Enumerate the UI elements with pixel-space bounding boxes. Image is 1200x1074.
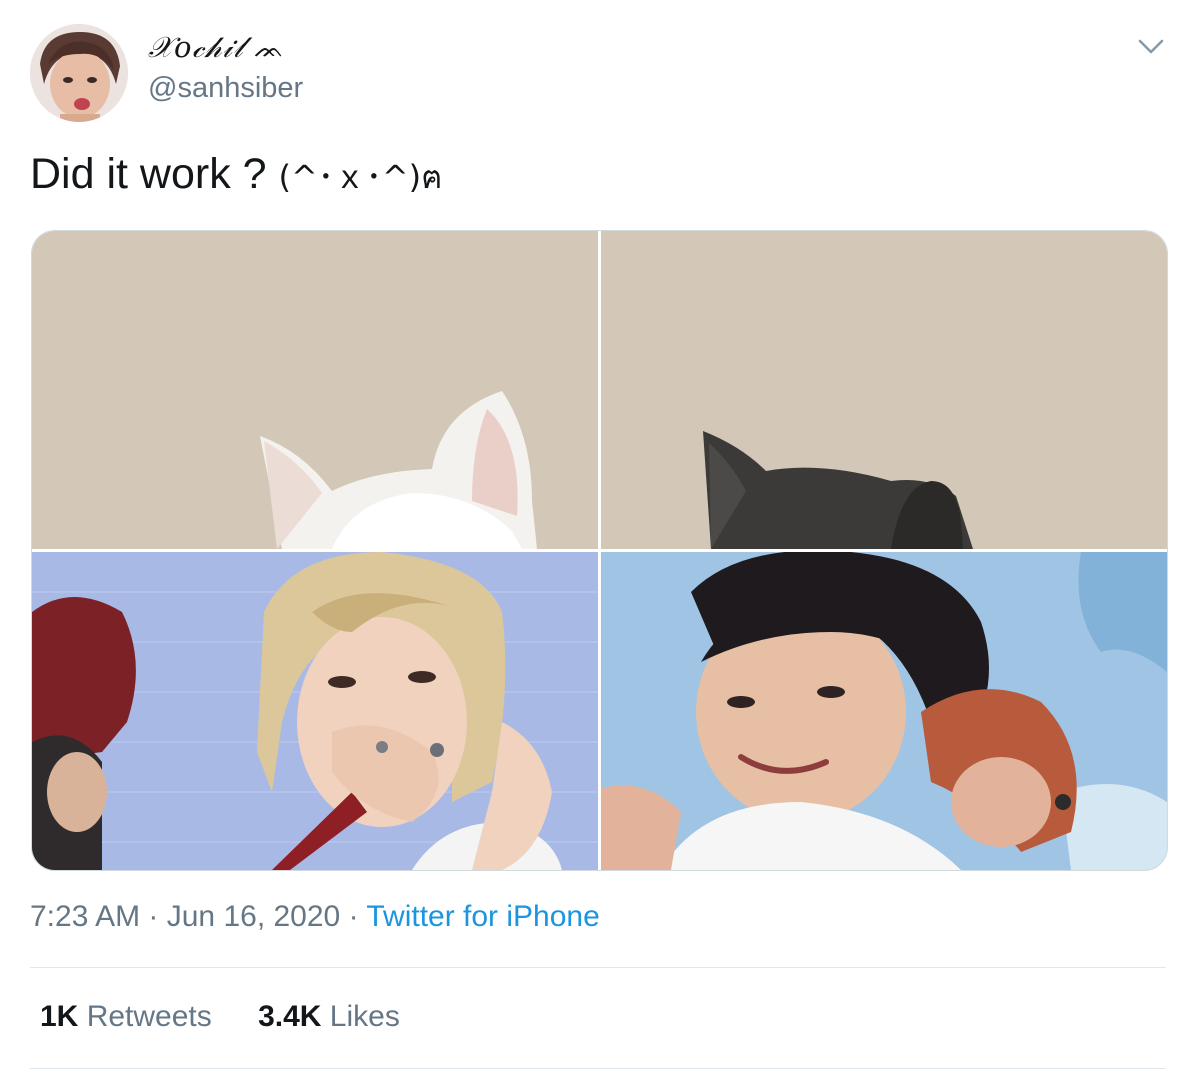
retweets-label: Retweets (78, 1000, 212, 1033)
tweet-stats: 1K Retweets 3.4K Likes (40, 1000, 438, 1034)
display-name-emoji: ᨏ (253, 35, 285, 63)
media-white-cat[interactable] (32, 231, 598, 549)
retweets-count: 1K (40, 1000, 79, 1033)
tweet-text-body: Did it work ? (30, 150, 279, 198)
white-cat-image (32, 231, 598, 549)
tweet-meta: 7:23 AM · Jun 16, 2020 · Twitter for iPh… (30, 900, 600, 934)
tweet-emoticon: (^･ｘ･^)ฅ (278, 158, 443, 196)
avatar[interactable] (30, 24, 128, 122)
media-grid[interactable] (31, 230, 1168, 871)
user-handle[interactable]: @sanhsiber (148, 72, 303, 105)
meta-separator-2: · (340, 900, 367, 933)
blonde-singer-image (32, 552, 598, 870)
likes-stat[interactable]: 3.4K Likes (258, 1000, 400, 1034)
likes-count: 3.4K (258, 1000, 322, 1033)
black-cat-image (601, 231, 1167, 549)
tweet-source-link[interactable]: Twitter for iPhone (366, 900, 599, 933)
retweets-stat[interactable]: 1K Retweets (40, 1000, 212, 1034)
tweet-text: Did it work ? (^･ｘ･^)ฅ (30, 150, 443, 203)
divider (30, 1068, 1166, 1069)
chevron-down-icon[interactable] (1136, 34, 1166, 58)
likes-label: Likes (321, 1000, 400, 1033)
media-dark-hair-singer[interactable] (601, 552, 1167, 870)
media-blonde-singer[interactable] (32, 552, 598, 870)
media-black-cat[interactable] (601, 231, 1167, 549)
meta-separator-1: · (140, 900, 167, 933)
media-grid-divider-horizontal (32, 549, 1167, 552)
tweet-card: 𝒳𝑜𝒸𝒽𝒾𝓁 ᨏ @sanhsiber Did it work ? (^･ｘ･^… (0, 0, 1200, 1074)
tweet-date[interactable]: Jun 16, 2020 (167, 900, 340, 933)
display-name-text: 𝒳𝑜𝒸𝒽𝒾𝓁 (148, 30, 244, 64)
avatar-image (30, 24, 128, 122)
tweet-time[interactable]: 7:23 AM (30, 900, 140, 933)
divider (30, 967, 1166, 968)
display-name[interactable]: 𝒳𝑜𝒸𝒽𝒾𝓁 ᨏ (148, 30, 285, 65)
dark-hair-singer-image (601, 552, 1167, 870)
